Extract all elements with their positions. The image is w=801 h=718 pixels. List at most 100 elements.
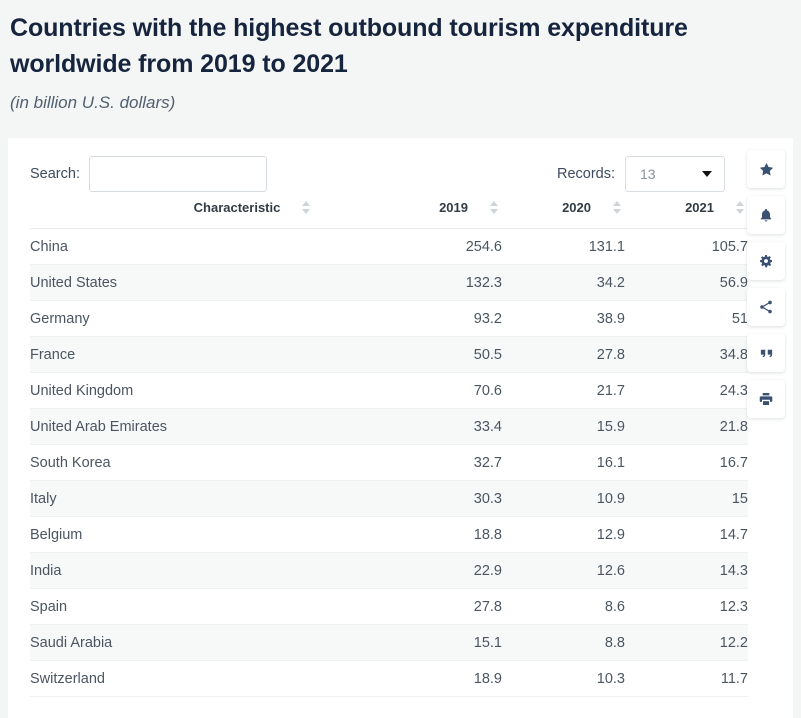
cell-characteristic: Italy <box>30 480 378 517</box>
cell-characteristic: United Kingdom <box>30 372 378 409</box>
cell-characteristic: India <box>30 552 378 589</box>
print-icon-button[interactable] <box>747 380 785 418</box>
cell-2020: 16.1 <box>502 444 625 481</box>
cell-2019: 254.6 <box>378 228 502 265</box>
gear-icon-button[interactable] <box>747 242 785 280</box>
gear-icon <box>760 255 772 268</box>
column-header-label: Characteristic <box>193 200 281 215</box>
cell-2019: 27.8 <box>378 588 502 625</box>
cell-2020: 21.7 <box>502 372 625 409</box>
cell-2020: 12.9 <box>502 516 625 553</box>
table-row: Italy 30.3 10.9 15 <box>30 480 748 517</box>
search-input[interactable] <box>88 156 267 192</box>
cell-2021: 14.7 <box>625 516 748 553</box>
page-root: Countries with the highest outbound tour… <box>0 0 801 718</box>
cell-2019: 132.3 <box>378 264 502 301</box>
cell-characteristic: Switzerland <box>30 660 378 697</box>
cell-2021: 15 <box>625 480 748 517</box>
table-header-row: Characteristic 2019 2020 2021 <box>30 200 748 229</box>
sort-arrows-icon <box>302 201 311 214</box>
records-select[interactable]: 13 <box>625 156 725 192</box>
sort-arrows-icon <box>490 201 498 214</box>
table-head: Characteristic 2019 2020 2021 <box>30 200 748 229</box>
cell-2021: 34.8 <box>625 336 748 373</box>
table-row: South Korea 32.7 16.1 16.7 <box>30 444 748 481</box>
heading-block: Countries with the highest outbound tour… <box>0 0 801 116</box>
page-subtitle: (in billion U.S. dollars) <box>10 93 176 112</box>
cell-2020: 38.9 <box>502 300 625 337</box>
cell-characteristic: United Arab Emirates <box>30 408 378 445</box>
cell-2019: 70.6 <box>378 372 502 409</box>
cell-2021: 12.2 <box>625 624 748 661</box>
cell-2019: 22.9 <box>378 552 502 589</box>
column-header-2020[interactable]: 2020 <box>502 200 625 229</box>
table-row: Saudi Arabia 15.1 8.8 12.2 <box>30 624 748 661</box>
table-row: Switzerland 18.9 10.3 11.7 <box>30 660 748 697</box>
cell-characteristic: Spain <box>30 588 378 625</box>
star-icon <box>759 162 773 176</box>
column-header-2019[interactable]: 2019 <box>378 200 502 229</box>
table-controls: Search: Records: 13 <box>8 138 793 200</box>
cell-2021: 21.8 <box>625 408 748 445</box>
share-icon-button[interactable] <box>747 288 785 326</box>
cell-2019: 18.8 <box>378 516 502 553</box>
column-header-label: 2020 <box>562 200 591 215</box>
cell-2020: 15.9 <box>502 408 625 445</box>
star-icon-button[interactable] <box>747 150 785 188</box>
cell-2021: 12.3 <box>625 588 748 625</box>
records-selected-value: 13 <box>640 166 656 182</box>
table-row: Germany 93.2 38.9 51 <box>30 300 748 337</box>
records-group: Records: 13 <box>557 156 725 192</box>
cell-2019: 93.2 <box>378 300 502 337</box>
sort-arrows-icon <box>613 201 621 214</box>
cell-2020: 8.8 <box>502 624 625 661</box>
cell-characteristic: South Korea <box>30 444 378 481</box>
cell-2020: 27.8 <box>502 336 625 373</box>
table-row: United Kingdom 70.6 21.7 24.3 <box>30 372 748 409</box>
cell-characteristic: United States <box>30 264 378 301</box>
print-icon <box>759 393 773 405</box>
cell-2019: 18.9 <box>378 660 502 697</box>
cell-2019: 15.1 <box>378 624 502 661</box>
share-icon <box>760 300 772 314</box>
records-label: Records: <box>556 166 615 182</box>
table-card: Search: Records: 13 Characteristic 2019 … <box>8 138 793 718</box>
cell-2020: 34.2 <box>502 264 625 301</box>
cell-2020: 8.6 <box>502 588 625 625</box>
bell-icon-button[interactable] <box>747 196 785 234</box>
chevron-down-icon <box>702 171 712 177</box>
sort-arrows-icon <box>736 201 744 214</box>
cell-2020: 12.6 <box>502 552 625 589</box>
table-row: Belgium 18.8 12.9 14.7 <box>30 516 748 553</box>
cell-2020: 131.1 <box>502 228 625 265</box>
column-header-2021[interactable]: 2021 <box>625 200 748 229</box>
quote-icon <box>760 349 772 357</box>
column-header-characteristic[interactable]: Characteristic <box>30 200 378 229</box>
cell-characteristic: China <box>30 228 378 265</box>
cell-2020: 10.9 <box>502 480 625 517</box>
cell-2021: 56.9 <box>625 264 748 301</box>
cell-2021: 51 <box>625 300 748 337</box>
cell-2021: 24.3 <box>625 372 748 409</box>
cell-2021: 16.7 <box>625 444 748 481</box>
table-wrapper: Characteristic 2019 2020 2021 China 254.… <box>30 200 748 697</box>
action-icon-rail <box>747 150 785 418</box>
page-title: Countries with the highest outbound tour… <box>10 14 688 78</box>
column-header-label: 2019 <box>439 200 468 215</box>
cell-2021: 11.7 <box>625 660 748 697</box>
table-row: China 254.6 131.1 105.7 <box>30 228 748 265</box>
cell-2019: 32.7 <box>378 444 502 481</box>
cell-characteristic: Saudi Arabia <box>30 624 378 661</box>
cell-2020: 10.3 <box>502 660 625 697</box>
bell-icon <box>760 208 772 222</box>
table-row: France 50.5 27.8 34.8 <box>30 336 748 373</box>
cell-2019: 50.5 <box>378 336 502 373</box>
table-row: India 22.9 12.6 14.3 <box>30 552 748 589</box>
table-row: United States 132.3 34.2 56.9 <box>30 264 748 301</box>
cell-2019: 30.3 <box>378 480 502 517</box>
table-body: China 254.6 131.1 105.7 United States 132.3 34… <box>30 228 748 697</box>
quote-icon-button[interactable] <box>747 334 785 372</box>
table-row: United Arab Emirates 33.4 15.9 21.8 <box>30 408 748 445</box>
search-label: Search: <box>30 166 80 182</box>
column-header-label: 2021 <box>685 200 714 215</box>
